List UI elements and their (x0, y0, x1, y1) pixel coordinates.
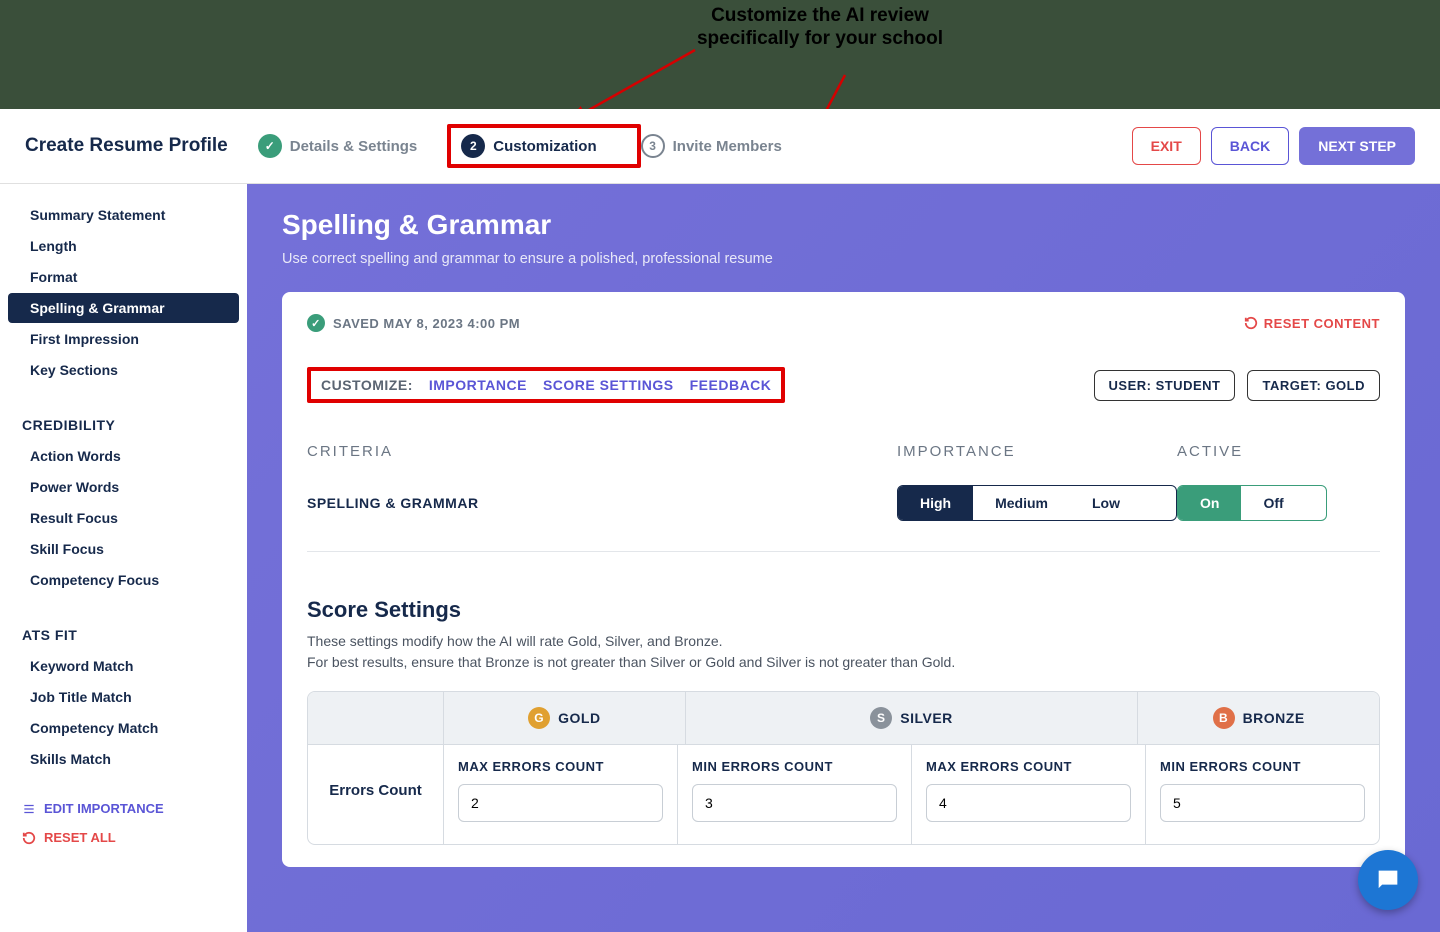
sidebar-item[interactable]: Competency Focus (8, 565, 239, 595)
sidebar-item[interactable]: Length (8, 231, 239, 261)
segment-option[interactable]: Off (1241, 486, 1305, 520)
customization-card: ✓ SAVED MAY 8, 2023 4:00 PM RESET CONTEN… (282, 292, 1405, 867)
sliders-icon (22, 802, 36, 816)
step-number: 3 (641, 134, 665, 158)
sidebar-item[interactable]: Summary Statement (8, 200, 239, 230)
sidebar-item[interactable]: Spelling & Grammar (8, 293, 239, 323)
segment-option[interactable]: High (898, 486, 973, 520)
sidebar-item[interactable]: Job Title Match (8, 682, 239, 712)
bronze-badge-icon: B (1213, 707, 1235, 729)
score-settings-title: Score Settings (307, 597, 1380, 623)
criteria-name: SPELLING & GRAMMAR (307, 495, 897, 511)
score-cell: MIN ERRORS COUNT (1145, 744, 1379, 844)
score-cell-label: MIN ERRORS COUNT (1160, 759, 1365, 774)
page-title: Create Resume Profile (25, 135, 228, 157)
score-cell-label: MIN ERRORS COUNT (692, 759, 897, 774)
tier-bronze: BBRONZE (1137, 692, 1379, 744)
score-input[interactable] (458, 784, 663, 822)
main-panel: Spelling & Grammar Use correct spelling … (247, 184, 1440, 932)
sidebar-item[interactable]: Key Sections (8, 355, 239, 385)
sidebar-item[interactable]: Power Words (8, 472, 239, 502)
sidebar-item[interactable]: Format (8, 262, 239, 292)
saved-status: ✓ SAVED MAY 8, 2023 4:00 PM (307, 314, 520, 332)
score-desc: These settings modify how the AI will ra… (307, 631, 1380, 673)
step-label: Invite Members (673, 138, 782, 155)
segment-option[interactable]: Medium (973, 486, 1070, 520)
exit-button[interactable]: EXIT (1132, 127, 1201, 165)
score-cell: MAX ERRORS COUNT (443, 744, 677, 844)
segment-option[interactable]: Low (1070, 486, 1142, 520)
importance-segment: HighMediumLow (897, 485, 1177, 521)
stepper-bar: Create Resume Profile ✓ Details & Settin… (0, 109, 1440, 184)
check-icon: ✓ (307, 314, 325, 332)
chat-icon (1374, 866, 1402, 894)
score-cell-label: MAX ERRORS COUNT (458, 759, 663, 774)
step-label: Customization (493, 138, 596, 155)
step-number: 2 (461, 134, 485, 158)
divider (307, 551, 1380, 552)
sidebar-item[interactable]: First Impression (8, 324, 239, 354)
score-cell: MAX ERRORS COUNT (911, 744, 1145, 844)
col-active: ACTIVE (1177, 443, 1327, 460)
reset-all-button[interactable]: RESET ALL (0, 823, 247, 852)
next-step-button[interactable]: NEXT STEP (1299, 127, 1415, 165)
col-importance: IMPORTANCE (897, 443, 1177, 460)
score-cell: MIN ERRORS COUNT (677, 744, 911, 844)
back-button[interactable]: BACK (1211, 127, 1289, 165)
customize-link[interactable]: FEEDBACK (690, 377, 772, 393)
reset-content-button[interactable]: RESET CONTENT (1244, 316, 1380, 331)
sidebar-item[interactable]: Keyword Match (8, 651, 239, 681)
sidebar-heading: ATS FIT (0, 620, 247, 650)
filter-pill[interactable]: USER: STUDENT (1094, 370, 1236, 401)
customize-link[interactable]: IMPORTANCE (429, 377, 527, 393)
active-segment: OnOff (1177, 485, 1327, 521)
score-row-label: Errors Count (308, 744, 443, 844)
step-label: Details & Settings (290, 138, 418, 155)
step-details[interactable]: ✓ Details & Settings (258, 134, 418, 158)
reset-icon (22, 831, 36, 845)
step-invite[interactable]: 3 Invite Members (641, 134, 782, 158)
saved-text: SAVED MAY 8, 2023 4:00 PM (333, 316, 520, 331)
filter-pill[interactable]: TARGET: GOLD (1247, 370, 1380, 401)
check-icon: ✓ (258, 134, 282, 158)
chat-fab[interactable] (1358, 850, 1418, 910)
segment-option[interactable]: On (1178, 486, 1241, 520)
sidebar-item[interactable]: Skills Match (8, 744, 239, 774)
tier-silver: SSILVER (685, 692, 1138, 744)
tier-gold: GGOLD (443, 692, 685, 744)
score-table: GGOLD SSILVER BBRONZE Errors Count MAX ER… (307, 691, 1380, 845)
sidebar-item[interactable]: Result Focus (8, 503, 239, 533)
highlight-box-step: 2 Customization (447, 124, 640, 168)
score-input[interactable] (926, 784, 1131, 822)
sidebar-item[interactable]: Skill Focus (8, 534, 239, 564)
sidebar-item[interactable]: Action Words (8, 441, 239, 471)
score-cell-label: MAX ERRORS COUNT (926, 759, 1131, 774)
sidebar-item[interactable]: Competency Match (8, 713, 239, 743)
reset-label: RESET CONTENT (1264, 316, 1380, 331)
gold-badge-icon: G (528, 707, 550, 729)
sidebar: Summary StatementLengthFormatSpelling & … (0, 184, 247, 932)
sidebar-heading: CREDIBILITY (0, 410, 247, 440)
score-input[interactable] (692, 784, 897, 822)
score-input[interactable] (1160, 784, 1365, 822)
annotation-text: Customize the AI review specifically for… (690, 5, 950, 51)
customize-link[interactable]: SCORE SETTINGS (543, 377, 674, 393)
section-subtitle: Use correct spelling and grammar to ensu… (282, 251, 1405, 267)
silver-badge-icon: S (870, 707, 892, 729)
section-title: Spelling & Grammar (282, 209, 1405, 241)
tier-blank (308, 692, 443, 744)
edit-importance-button[interactable]: EDIT IMPORTANCE (0, 794, 247, 823)
highlight-box-customize: CUSTOMIZE: IMPORTANCE SCORE SETTINGS FEEDBA… (307, 367, 785, 403)
col-criteria: CRITERIA (307, 443, 897, 460)
customize-label: CUSTOMIZE: (321, 377, 413, 393)
reset-icon (1244, 316, 1258, 330)
step-customization[interactable]: 2 Customization (461, 134, 596, 158)
